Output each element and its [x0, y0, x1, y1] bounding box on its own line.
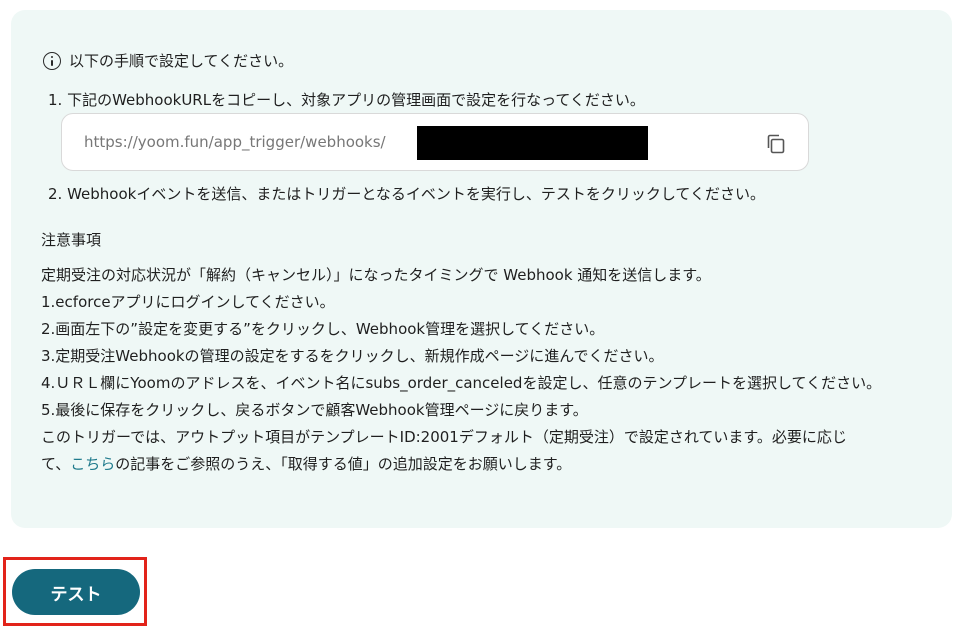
webhook-url-field[interactable]: https://yoom.fun/app_trigger/webhooks/ [61, 113, 809, 171]
note-line: 4.ＵＲＬ欄にYoomのアドレスを、イベント名にsubs_order_cance… [41, 374, 882, 392]
note-line: 3.定期受注Webhookの管理の設定をするをクリックし、新規作成ページに進んで… [41, 347, 664, 365]
note-line: 1.ecforceアプリにログインしてください。 [41, 293, 335, 311]
note-last-prefix: て、 [41, 455, 71, 473]
note-line: 2.画面左下の”設定を変更する”をクリックし、Webhook管理を選択してくださ… [41, 320, 605, 338]
info-icon [43, 52, 61, 70]
instructions-panel: 以下の手順で設定してください。 1. 下記のWebhookURLをコピーし、対象… [11, 10, 952, 528]
note-line: このトリガーでは、アウトプット項目がテンプレートID:2001デフォルト（定期受… [41, 428, 847, 446]
step-1-text: 1. 下記のWebhookURLをコピーし、対象アプリの管理画面で設定を行なって… [48, 91, 645, 109]
note-line-last: て、こちらの記事をご参照のうえ、「取得する値」の追加設定をお願いします。 [41, 451, 931, 478]
note-line: 定期受注の対応状況が「解約（キャンセル）」になったタイミングで Webhook … [41, 266, 711, 284]
article-link[interactable]: こちら [70, 455, 115, 473]
notes-body: 定期受注の対応状況が「解約（キャンセル）」になったタイミングで Webhook … [41, 262, 931, 478]
info-row: 以下の手順で設定してください。 [43, 50, 293, 72]
step-2-text: 2. Webhookイベントを送信、またはトリガーとなるイベントを実行し、テスト… [48, 185, 765, 203]
note-line: 5.最後に保存をクリックし、戻るボタンで顧客Webhook管理ページに戻ります。 [41, 401, 588, 419]
instructions-heading: 以下の手順で設定してください。 [69, 52, 294, 70]
test-button[interactable]: テスト [12, 569, 140, 615]
note-last-suffix: の記事をご参照のうえ、「取得する値」の追加設定をお願いします。 [115, 455, 572, 473]
notes-title: 注意事項 [41, 231, 102, 249]
copy-icon[interactable] [765, 133, 787, 155]
redacted-block [417, 126, 648, 160]
webhook-url-text[interactable]: https://yoom.fun/app_trigger/webhooks/ [84, 132, 386, 152]
